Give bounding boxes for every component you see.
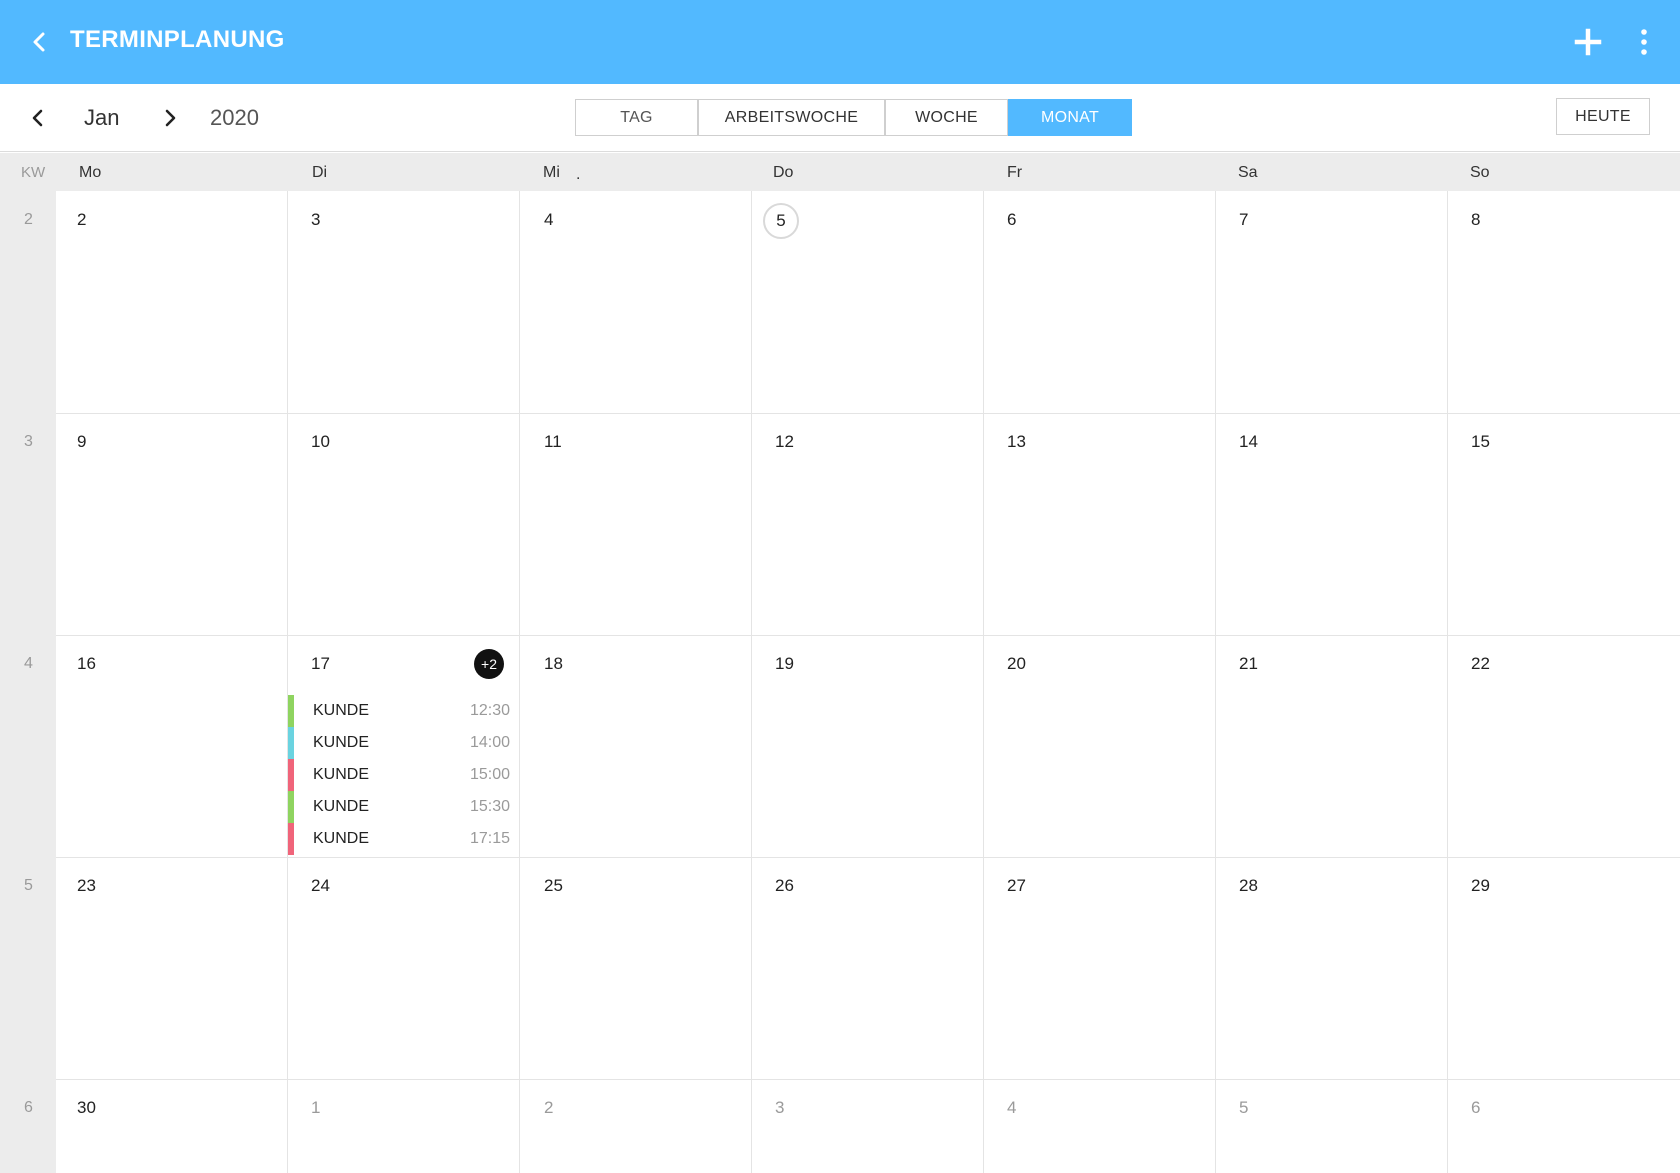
plus-icon[interactable] — [1570, 24, 1606, 60]
date-number[interactable]: 6 — [1007, 210, 1016, 230]
date-number[interactable]: 6 — [1471, 1098, 1480, 1118]
page-title: TERMINPLANUNG — [70, 26, 285, 53]
calendar-event[interactable]: KUNDE 17:15 — [288, 823, 510, 855]
chevron-right-icon[interactable] — [154, 102, 186, 134]
date-number[interactable]: 9 — [77, 432, 86, 452]
view-tab-woche[interactable]: WOCHE — [885, 99, 1008, 136]
event-title: KUNDE — [313, 766, 370, 783]
date-number[interactable]: 22 — [1471, 654, 1490, 674]
grid-divider — [1447, 191, 1448, 1173]
date-number[interactable]: 19 — [775, 654, 794, 674]
weekday-label: So — [1470, 164, 1490, 181]
weekday-label: Do — [773, 164, 794, 181]
calendar-event[interactable]: KUNDE 14:00 — [288, 727, 510, 759]
date-number[interactable]: 26 — [775, 876, 794, 896]
weekday-label: Mo — [79, 164, 102, 181]
event-time: 14:00 — [469, 734, 510, 751]
today-button[interactable]: HEUTE — [1556, 98, 1650, 135]
event-time: 12:30 — [469, 702, 510, 719]
date-number[interactable]: 3 — [775, 1098, 784, 1118]
kw-header: KW — [21, 164, 46, 181]
month-grid: 2 3 4 5 6 7 8 9 10 11 12 13 14 15 16 17 18 19 20 21 22 23 24 25… — [56, 191, 1680, 1173]
grid-divider — [519, 191, 520, 1173]
event-color-bar — [288, 727, 294, 759]
date-number[interactable]: 4 — [1007, 1098, 1016, 1118]
date-number[interactable]: 13 — [1007, 432, 1026, 452]
date-number[interactable]: 10 — [311, 432, 330, 452]
date-number[interactable]: 27 — [1007, 876, 1026, 896]
date-number[interactable]: 16 — [77, 654, 96, 674]
today-date-number[interactable]: 5 — [763, 203, 799, 239]
calendar-event[interactable]: KUNDE 15:00 — [288, 759, 510, 791]
weekday-label: Sa — [1238, 164, 1258, 181]
weekday-label: Mi — [543, 164, 560, 181]
chevron-left-icon[interactable] — [22, 102, 54, 134]
grid-divider — [1215, 191, 1216, 1173]
view-tab-monat[interactable]: MONAT — [1008, 99, 1132, 136]
week-number: 3 — [24, 433, 33, 450]
grid-divider — [56, 413, 1680, 414]
date-number[interactable]: 20 — [1007, 654, 1026, 674]
date-number[interactable]: 30 — [77, 1098, 96, 1118]
weekday-label: Di — [312, 164, 328, 181]
date-number[interactable]: 21 — [1239, 654, 1258, 674]
view-tab-tag[interactable]: TAG — [575, 99, 698, 136]
event-title: KUNDE — [313, 734, 370, 751]
date-number[interactable]: 24 — [311, 876, 330, 896]
date-number[interactable]: 2 — [77, 210, 86, 230]
grid-divider — [56, 857, 1680, 858]
event-color-bar — [288, 759, 294, 791]
date-number[interactable]: 1 — [311, 1098, 320, 1118]
grid-divider — [56, 635, 1680, 636]
date-number[interactable]: 15 — [1471, 432, 1490, 452]
date-number[interactable]: 29 — [1471, 876, 1490, 896]
year-label: 2020 — [210, 105, 259, 130]
grid-divider — [56, 1079, 1680, 1080]
date-number[interactable]: 4 — [544, 210, 553, 230]
event-color-bar — [288, 791, 294, 823]
date-number[interactable]: 28 — [1239, 876, 1258, 896]
more-vertical-icon[interactable] — [1626, 24, 1662, 60]
grid-divider — [287, 191, 288, 1173]
date-number[interactable]: 2 — [544, 1098, 553, 1118]
week-number: 6 — [24, 1099, 33, 1116]
event-title: KUNDE — [313, 702, 370, 719]
date-number[interactable]: 11 — [544, 432, 562, 452]
month-label: Jan — [84, 105, 120, 130]
date-number[interactable]: 5 — [1239, 1098, 1248, 1118]
date-number[interactable]: 25 — [544, 876, 563, 896]
back-arrow-icon[interactable] — [22, 24, 58, 60]
date-number[interactable]: 14 — [1239, 432, 1258, 452]
event-time: 17:15 — [469, 830, 510, 847]
grid-divider — [983, 191, 984, 1173]
event-time: 15:30 — [469, 798, 510, 815]
calendar-event[interactable]: KUNDE 12:30 — [288, 695, 510, 727]
app-bar: TERMINPLANUNG — [0, 0, 1680, 84]
weekday-header: KW Mo Di Mi Do Fr Sa So — [0, 153, 1680, 191]
view-tab-arbeitswoche[interactable]: ARBEITSWOCHE — [698, 99, 885, 136]
date-number[interactable]: 12 — [775, 432, 794, 452]
week-number: 2 — [24, 211, 33, 228]
date-number[interactable]: 18 — [544, 654, 563, 674]
weekday-label: Fr — [1007, 164, 1023, 181]
event-title: KUNDE — [313, 798, 370, 815]
date-number[interactable]: 3 — [311, 210, 320, 230]
date-number[interactable]: 8 — [1471, 210, 1480, 230]
date-number[interactable]: 23 — [77, 876, 96, 896]
grid-divider — [751, 191, 752, 1173]
event-time: 15:00 — [469, 766, 510, 783]
event-color-bar — [288, 823, 294, 855]
date-number[interactable]: 7 — [1239, 210, 1248, 230]
more-events-badge[interactable]: +2 — [474, 649, 504, 679]
date-number[interactable]: 17 — [311, 654, 330, 674]
event-title: KUNDE — [313, 830, 370, 847]
event-color-bar — [288, 695, 294, 727]
week-number-column: 2 3 4 5 6 — [0, 191, 56, 1173]
calendar-toolbar: Jan 2020 TAG ARBEITSWOCHE WOCHE MONAT HE… — [0, 84, 1680, 152]
header-dot: . — [576, 166, 581, 183]
calendar-event[interactable]: KUNDE 15:30 — [288, 791, 510, 823]
week-number: 5 — [24, 877, 33, 894]
week-number: 4 — [24, 655, 33, 672]
